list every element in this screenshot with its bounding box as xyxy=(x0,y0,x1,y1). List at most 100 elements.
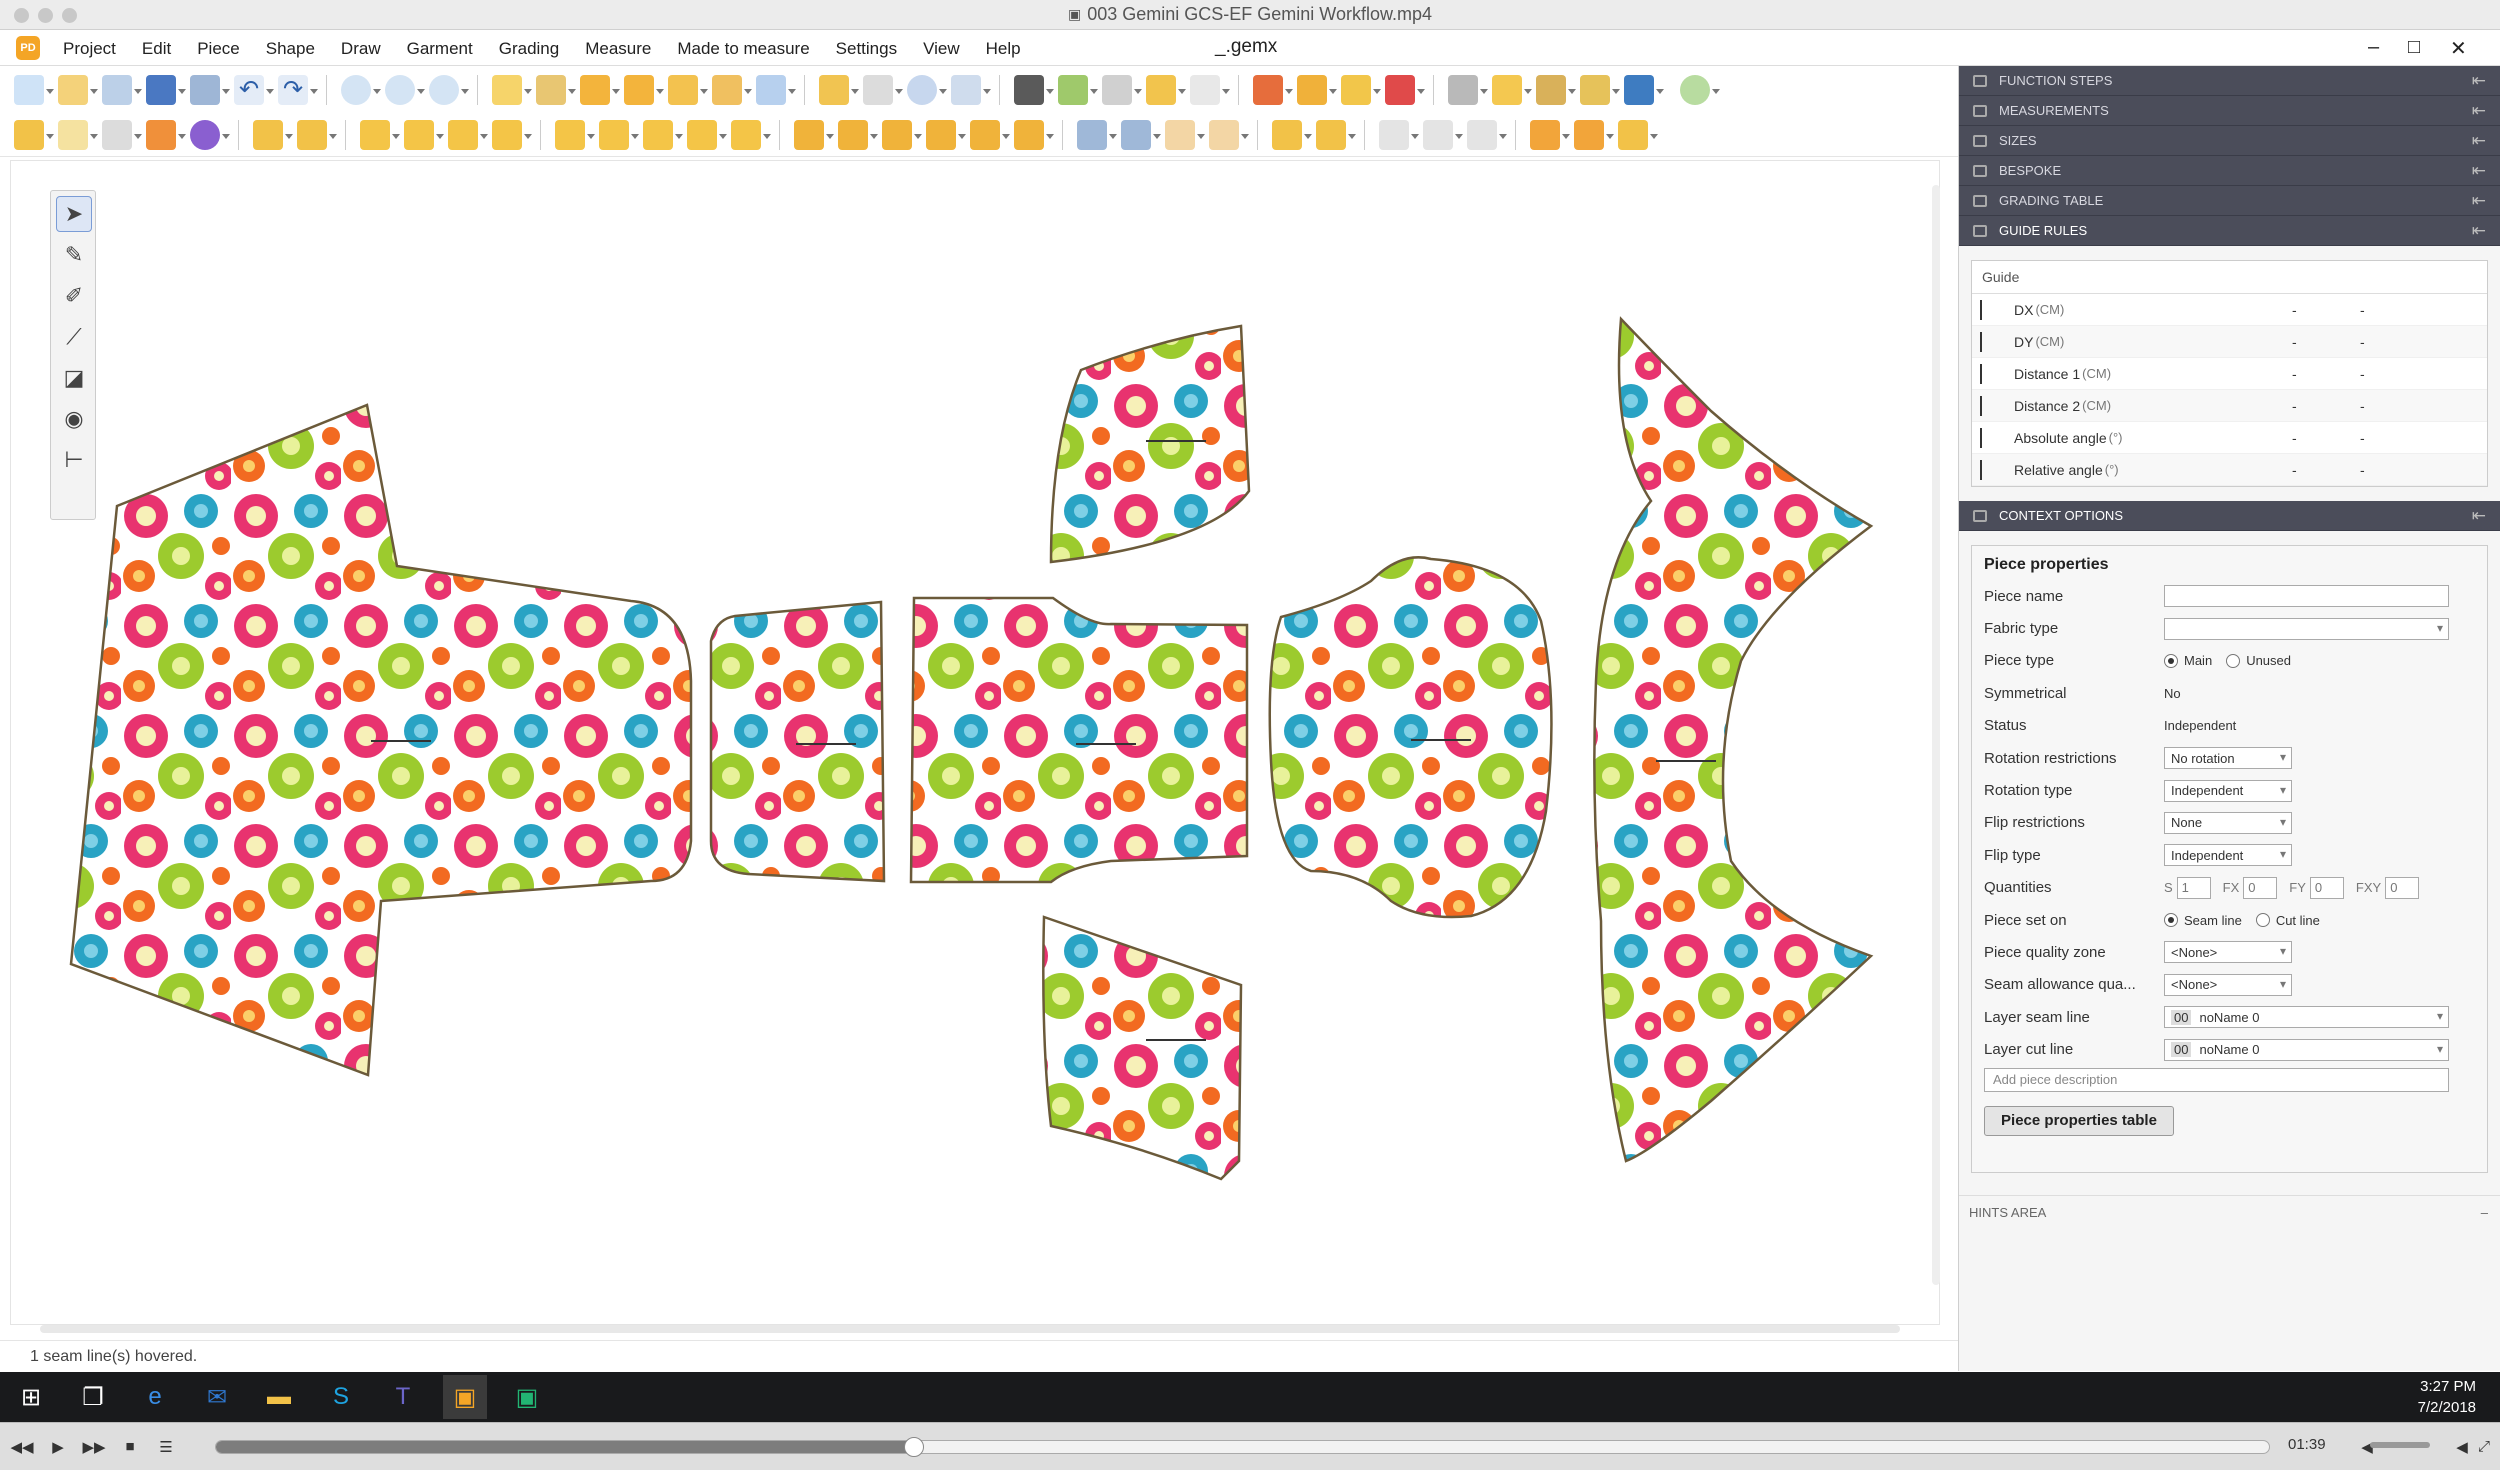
made-to-measure-icon[interactable] xyxy=(1536,75,1576,105)
mirror-icon[interactable] xyxy=(731,119,771,150)
pipette-icon[interactable]: ⟋ xyxy=(56,319,92,355)
align-icon[interactable] xyxy=(794,119,834,150)
snap-1-icon[interactable] xyxy=(1077,119,1117,150)
outlook-icon[interactable]: ✉ xyxy=(195,1375,239,1419)
panel-measurements[interactable]: MEASUREMENTS ⇤ xyxy=(1959,96,2500,126)
document-shape-icon[interactable] xyxy=(58,119,98,150)
panel-sizes[interactable]: SIZES ⇤ xyxy=(1959,126,2500,156)
scissors-icon[interactable] xyxy=(102,119,142,150)
piece-move-icon[interactable] xyxy=(668,75,708,105)
windows-start-icon[interactable]: ⊞ xyxy=(9,1375,53,1419)
notch-icon[interactable] xyxy=(643,119,683,150)
disabled-2-icon[interactable] xyxy=(1423,119,1463,150)
piece-name-input[interactable] xyxy=(2164,585,2449,608)
rotate-icon[interactable] xyxy=(687,119,727,150)
play-icon[interactable]: ▶ xyxy=(44,1433,72,1461)
task-view-icon[interactable]: ❐ xyxy=(71,1375,115,1419)
add-line-icon[interactable] xyxy=(297,119,337,150)
volume-slider[interactable] xyxy=(2370,1442,2430,1448)
split-icon[interactable] xyxy=(838,119,878,150)
corner-1-icon[interactable] xyxy=(360,119,400,150)
select-shape-icon[interactable] xyxy=(14,119,54,150)
tape-measure-icon[interactable]: ◉ xyxy=(56,401,92,437)
qty-s-input[interactable]: 1 xyxy=(2176,876,2211,899)
piece-align-icon[interactable] xyxy=(712,75,752,105)
piece-description-input[interactable]: Add piece description xyxy=(1984,1067,2449,1092)
panel-function-steps[interactable]: FUNCTION STEPS ⇤ xyxy=(1959,66,2500,96)
guide-row-dx[interactable]: DX (CM) - - xyxy=(1972,294,2487,326)
group-icon[interactable] xyxy=(1014,119,1054,150)
redo-icon[interactable]: ↷ xyxy=(278,75,318,105)
zoom-traffic-light[interactable] xyxy=(62,8,77,23)
zoom-fit-icon[interactable] xyxy=(341,75,381,105)
help-icon[interactable] xyxy=(1680,75,1720,105)
corner-2-icon[interactable] xyxy=(404,119,444,150)
horizontal-scrollbar[interactable] xyxy=(40,1325,1900,1333)
report-icon[interactable] xyxy=(1624,75,1664,105)
cut-line-radio[interactable] xyxy=(2255,913,2270,928)
close-traffic-light[interactable] xyxy=(14,8,29,23)
collapse-icon[interactable]: – xyxy=(2481,1205,2488,1220)
guide-row-distance-2[interactable]: Distance 2 (CM) - - xyxy=(1972,390,2487,422)
zoom-in-icon[interactable] xyxy=(429,75,469,105)
measure-1-icon[interactable] xyxy=(1272,119,1312,150)
eraser-icon[interactable]: ✐ xyxy=(56,278,92,314)
skype-icon[interactable]: S xyxy=(319,1375,363,1419)
snap-3-icon[interactable] xyxy=(1165,119,1205,150)
guide-row-relative-angle[interactable]: Relative angle (°) - - xyxy=(1972,454,2487,486)
teams-icon[interactable]: T xyxy=(381,1375,425,1419)
join-icon[interactable] xyxy=(882,119,922,150)
zoom-window-icon[interactable] xyxy=(385,75,425,105)
nest-app-icon[interactable]: ▣ xyxy=(505,1375,549,1419)
qty-fy-input[interactable]: 0 xyxy=(2309,876,2344,899)
fullscreen-icon[interactable]: ⤢ xyxy=(2470,1433,2498,1461)
guide-row-distance-1[interactable]: Distance 1 (CM) - - xyxy=(1972,358,2487,390)
save-icon[interactable] xyxy=(146,75,186,105)
disabled-1-icon[interactable] xyxy=(1379,119,1419,150)
undo-icon[interactable]: ↶ xyxy=(234,75,274,105)
pleat-icon[interactable] xyxy=(599,119,639,150)
forward-icon[interactable] xyxy=(756,75,796,105)
layer-3-icon[interactable] xyxy=(1618,119,1658,150)
piece-tools-1-icon[interactable] xyxy=(1253,75,1293,105)
hints-area[interactable]: HINTS AREA – xyxy=(1959,1195,2500,1229)
pattern-designer-app-icon[interactable]: ▣ xyxy=(443,1375,487,1419)
grading-icon[interactable]: ◪ xyxy=(56,360,92,396)
fabric-type-select[interactable] xyxy=(2164,617,2449,640)
piece-tools-4-icon[interactable] xyxy=(1385,75,1425,105)
cut-icon[interactable] xyxy=(1102,75,1142,105)
select-arrow-icon[interactable]: ➤ xyxy=(56,196,92,232)
close-window-icon[interactable]: ✕ xyxy=(2450,36,2467,61)
taskbar-clock[interactable]: 3:27 PM 7/2/2018 xyxy=(2418,1376,2476,1418)
menu-settings[interactable]: Settings xyxy=(823,39,910,59)
rotation-type-select[interactable]: Independent xyxy=(2164,779,2292,802)
flip-type-select[interactable]: Independent xyxy=(2164,844,2292,867)
sleeve-piece[interactable] xyxy=(1268,556,1553,919)
piece-order-icon[interactable] xyxy=(580,75,620,105)
open-old-icon[interactable] xyxy=(102,75,142,105)
snap-4-icon[interactable] xyxy=(1209,119,1249,150)
expand-arrow-icon[interactable]: ⇤ xyxy=(2472,191,2486,211)
menu-garment[interactable]: Garment xyxy=(394,39,486,59)
garment-icon[interactable] xyxy=(1492,75,1532,105)
table-tool-icon[interactable] xyxy=(536,75,576,105)
corner-4-icon[interactable] xyxy=(492,119,532,150)
piece-tools-3-icon[interactable] xyxy=(1341,75,1381,105)
disabled-3-icon[interactable] xyxy=(1467,119,1507,150)
layer-1-icon[interactable] xyxy=(1530,119,1570,150)
menu-made-to-measure[interactable]: Made to measure xyxy=(664,39,822,59)
qty-fx-input[interactable]: 0 xyxy=(2243,876,2278,899)
layer-seam-line-select[interactable]: 00 noName 0 xyxy=(2164,1006,2449,1029)
expand-arrow-icon[interactable]: ⇤ xyxy=(2472,161,2486,181)
sleeve-cuff-piece[interactable] xyxy=(709,600,886,883)
panel-context-options[interactable]: CONTEXT OPTIONS ⇤ xyxy=(1959,501,2500,531)
dart-icon[interactable] xyxy=(555,119,595,150)
minimize-window-icon[interactable]: – xyxy=(2368,36,2379,59)
new-project-icon[interactable] xyxy=(14,75,54,105)
qty-fxy-input[interactable]: 0 xyxy=(2385,876,2420,899)
layout-icon[interactable] xyxy=(1190,75,1230,105)
menu-grading[interactable]: Grading xyxy=(486,39,572,59)
guide-row-absolute-angle[interactable]: Absolute angle (°) - - xyxy=(1972,422,2487,454)
layer-cut-line-select[interactable]: 00 noName 0 xyxy=(2164,1038,2449,1061)
size-table-icon[interactable] xyxy=(1580,75,1620,105)
